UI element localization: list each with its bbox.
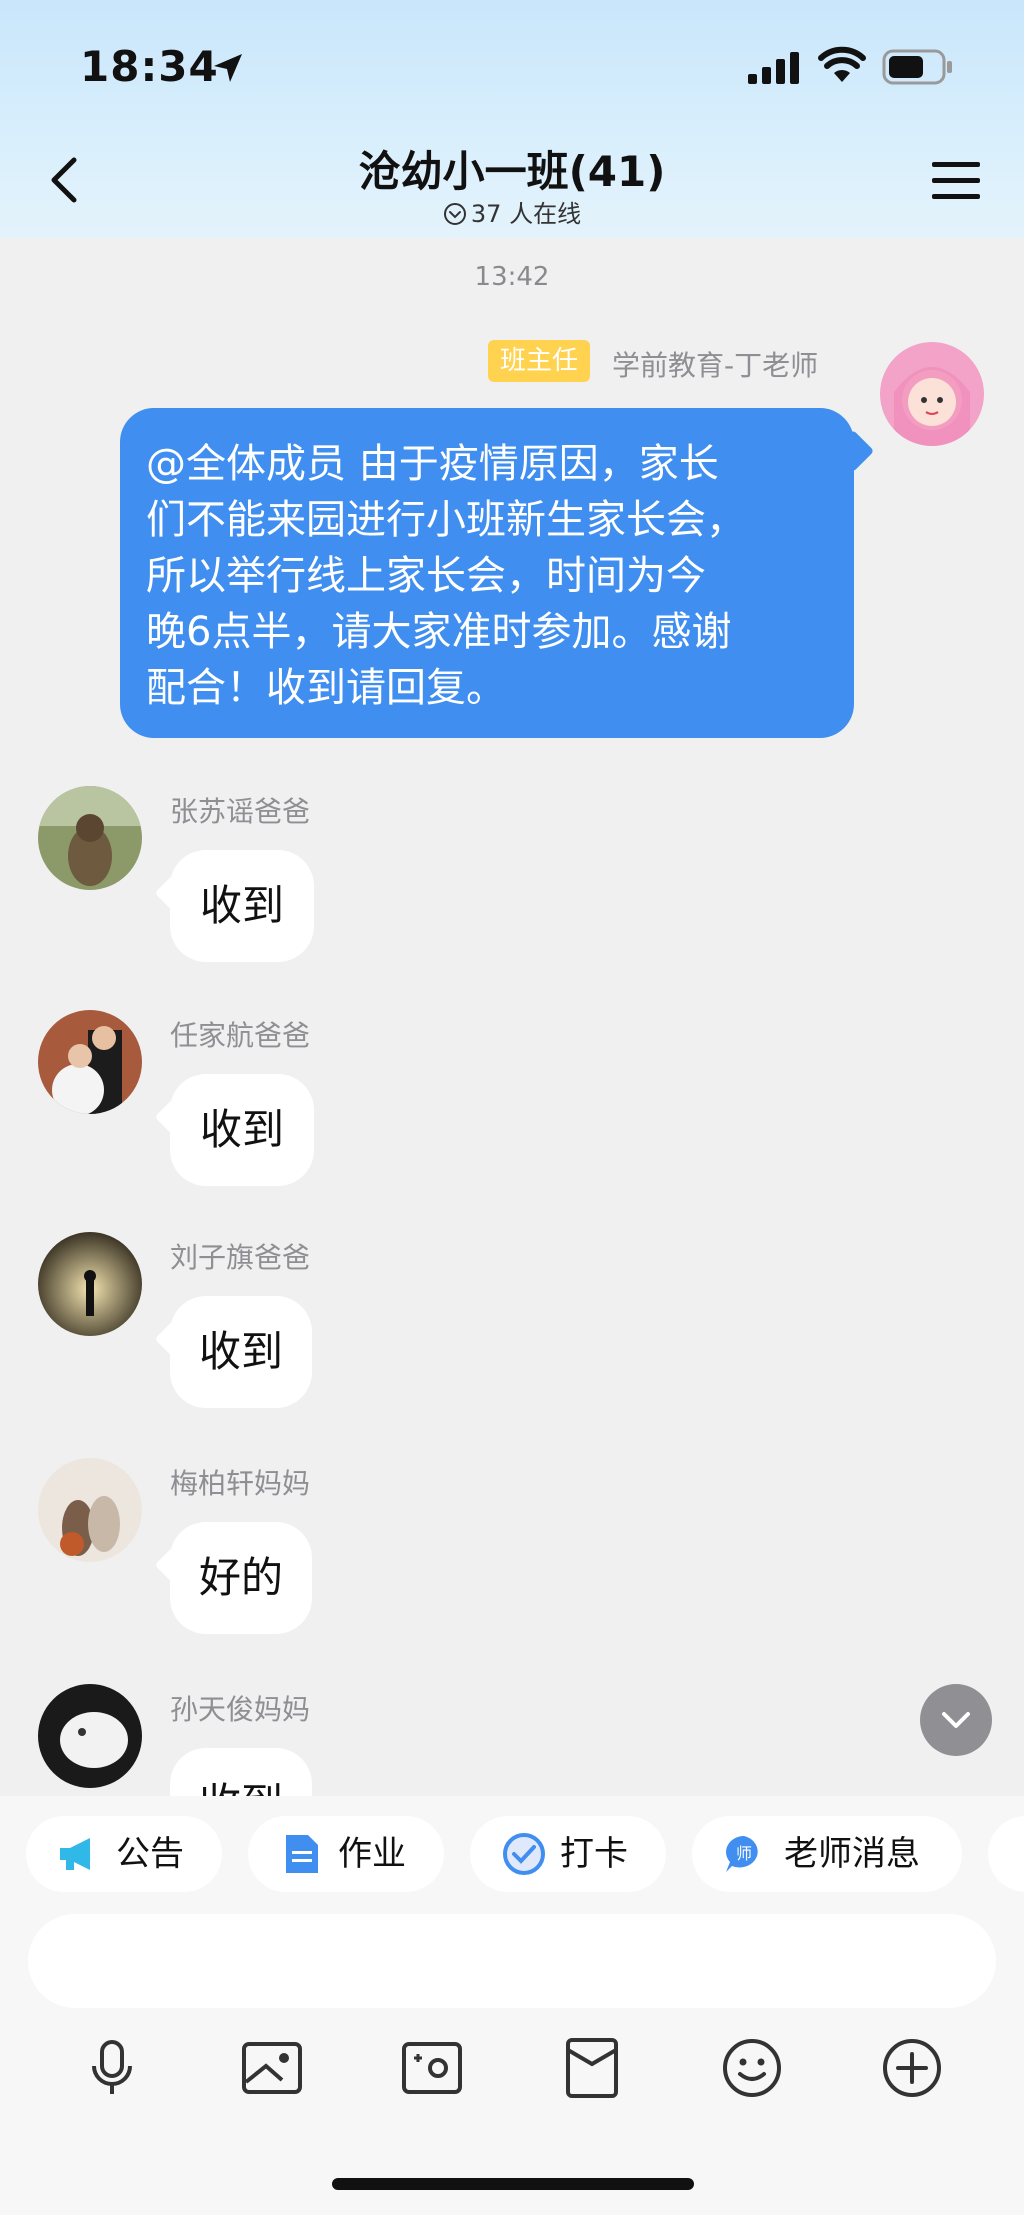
online-count[interactable]: 37 人在线: [0, 194, 1024, 229]
home-indicator: [332, 2178, 694, 2190]
svg-text:师: 师: [736, 1844, 752, 1863]
battery-icon: [882, 49, 952, 85]
reply-bubble[interactable]: 收到: [154, 1074, 314, 1186]
shortcut-teacher-message[interactable]: 师 老师消息: [692, 1816, 962, 1892]
member-avatar[interactable]: [38, 1010, 142, 1114]
message-timestamp: 13:42: [474, 262, 550, 292]
shortcut-label: 公告: [116, 1834, 184, 1874]
teacher-avatar[interactable]: [880, 342, 984, 446]
chevron-down-icon: [942, 1712, 970, 1728]
role-badge: 班主任: [488, 340, 591, 382]
camera-icon[interactable]: [400, 2036, 464, 2100]
image-icon[interactable]: [240, 2036, 304, 2100]
sender-name: 张苏谣爸爸: [170, 795, 311, 828]
member-avatar[interactable]: [38, 1232, 142, 1336]
shortcut-checkin[interactable]: 打卡: [470, 1816, 666, 1892]
message-line: 晚6点半，请大家准时参加。感谢: [146, 609, 732, 655]
wifi-icon: [818, 46, 866, 82]
reply-text: 收到: [198, 1327, 283, 1376]
megaphone-icon: [60, 1838, 90, 1870]
reply-text: 收到: [199, 1105, 284, 1154]
message-line: 所以举行线上家长会，时间为今: [146, 553, 706, 599]
sender-name: 任家航爸爸: [170, 1019, 311, 1052]
sender-name: 孙天俊妈妈: [170, 1693, 311, 1726]
message-line: 们不能来园进行小班新生家长会，: [146, 497, 746, 543]
red-packet-icon[interactable]: [560, 2036, 624, 2100]
chat-header: 18:34 沧幼小一班(41) 37 人在线: [0, 0, 1024, 238]
online-count-label: 37 人在线: [470, 200, 582, 228]
member-avatar[interactable]: [38, 1458, 142, 1562]
reply-bubble[interactable]: 好的: [154, 1522, 312, 1634]
shortcut-homework[interactable]: 作业: [248, 1816, 444, 1892]
sender-name: 刘子旗爸爸: [170, 1241, 311, 1274]
reply-bubble[interactable]: 收到: [154, 850, 314, 962]
scroll-to-bottom-button[interactable]: [920, 1684, 992, 1756]
chevron-circle-icon: [443, 203, 466, 225]
plus-icon[interactable]: [880, 2036, 944, 2100]
reply-bubble[interactable]: 收到: [170, 1748, 312, 1796]
teacher-message-bubble[interactable]: @全体成员 由于疫情原因，家长 们不能来园进行小班新生家长会， 所以举行线上家长…: [120, 408, 875, 738]
emoji-icon[interactable]: [720, 2036, 784, 2100]
member-avatar[interactable]: [38, 786, 142, 890]
shortcut-label: 打卡: [560, 1834, 628, 1874]
member-avatar[interactable]: [38, 1684, 142, 1788]
location-arrow-icon: [214, 54, 242, 82]
teacher-message-icon: 师: [726, 1836, 758, 1872]
reply-text: 收到: [199, 1779, 283, 1796]
document-icon: [286, 1835, 318, 1873]
message-input[interactable]: [28, 1914, 996, 2008]
reply-bubble[interactable]: 收到: [154, 1296, 312, 1408]
shortcut-announcement[interactable]: 公告: [26, 1816, 222, 1892]
status-time: 18:34: [80, 42, 219, 91]
sender-name: 学前教育-丁老师: [612, 349, 819, 382]
message-line: 配合！收到请回复。: [146, 665, 506, 711]
microphone-icon[interactable]: [80, 2036, 144, 2100]
reply-text: 好的: [198, 1553, 283, 1602]
sender-name: 梅柏轩妈妈: [170, 1467, 311, 1500]
chat-title: 沧幼小一班(41): [358, 147, 666, 196]
shortcut-label: 老师消息: [784, 1834, 920, 1874]
cellular-signal-icon: [748, 52, 799, 84]
status-bar: 18:34: [0, 0, 1024, 130]
shortcut-label: 作业: [338, 1834, 406, 1874]
reply-text: 收到: [199, 881, 284, 930]
checkin-icon: [503, 1833, 545, 1875]
message-line: @全体成员 由于疫情原因，家长: [146, 441, 719, 487]
menu-button[interactable]: [928, 156, 984, 206]
